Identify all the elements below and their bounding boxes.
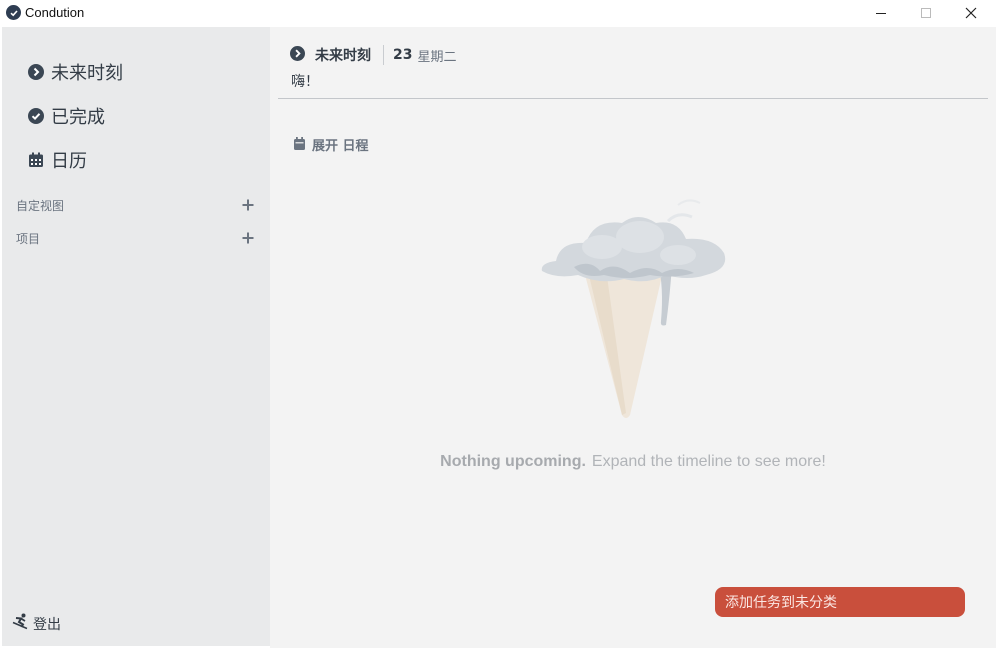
sidebar-item-completed[interactable]: 已完成: [28, 103, 105, 129]
page-header: 未来时刻 23 星期二: [290, 45, 457, 65]
section-custom-views: 自定视图: [16, 196, 256, 214]
maximize-button[interactable]: [903, 0, 949, 26]
section-label: 自定视图: [16, 198, 65, 213]
date-weekday: 星期二: [417, 49, 457, 65]
header-divider-line: [278, 98, 988, 99]
empty-state-title: Nothing upcoming.: [440, 453, 586, 470]
melting-ice-cream-illustration: [538, 175, 734, 429]
close-button[interactable]: [948, 0, 994, 26]
expand-timeline-button[interactable]: 展开 日程: [294, 135, 369, 154]
greeting-text: 嗨！: [291, 74, 319, 90]
chevron-right-circle-icon: [290, 45, 305, 65]
logout-button[interactable]: 登出: [12, 613, 61, 634]
page-title: 未来时刻: [315, 48, 371, 64]
sidebar-item-label: 已完成: [51, 107, 105, 128]
section-projects: 项目: [16, 229, 256, 247]
expand-timeline-label: 展开 日程: [312, 139, 369, 154]
plus-icon: [242, 199, 254, 211]
empty-state-hint: Expand the timeline to see more!: [591, 453, 826, 470]
add-task-unsorted-button[interactable]: 添加任务到未分类: [715, 587, 965, 617]
date-day: 23: [393, 47, 413, 63]
sidebar-item-calendar[interactable]: 日历: [28, 147, 87, 173]
calendar-icon: [28, 152, 44, 168]
add-project-button[interactable]: [240, 230, 256, 246]
minimize-button[interactable]: [858, 0, 904, 26]
app-logo-icon: [6, 5, 21, 20]
empty-state-message: Nothing upcoming. Expand the timeline to …: [270, 453, 996, 471]
window-title: Condution: [25, 5, 85, 20]
header-divider: [383, 45, 384, 65]
main-pane: 未来时刻 23 星期二 嗨！ 展开 日程 Nothing upcoming. E…: [270, 27, 996, 648]
sidebar-item-label: 未来时刻: [51, 63, 123, 84]
sidebar-item-label: 日历: [51, 151, 87, 172]
plus-icon: [242, 232, 254, 244]
section-label: 项目: [16, 231, 41, 246]
sidebar: 未来时刻 已完成 日历 自定视图 项目 登出: [2, 27, 270, 646]
title-bar: Condution: [0, 0, 996, 26]
calendar-icon: [294, 135, 305, 154]
chevron-right-circle-icon: [28, 64, 44, 80]
skiing-icon: [12, 613, 29, 634]
logout-label: 登出: [33, 616, 61, 633]
check-circle-icon: [28, 108, 44, 124]
sidebar-item-upcoming[interactable]: 未来时刻: [28, 59, 123, 85]
add-custom-view-button[interactable]: [240, 197, 256, 213]
